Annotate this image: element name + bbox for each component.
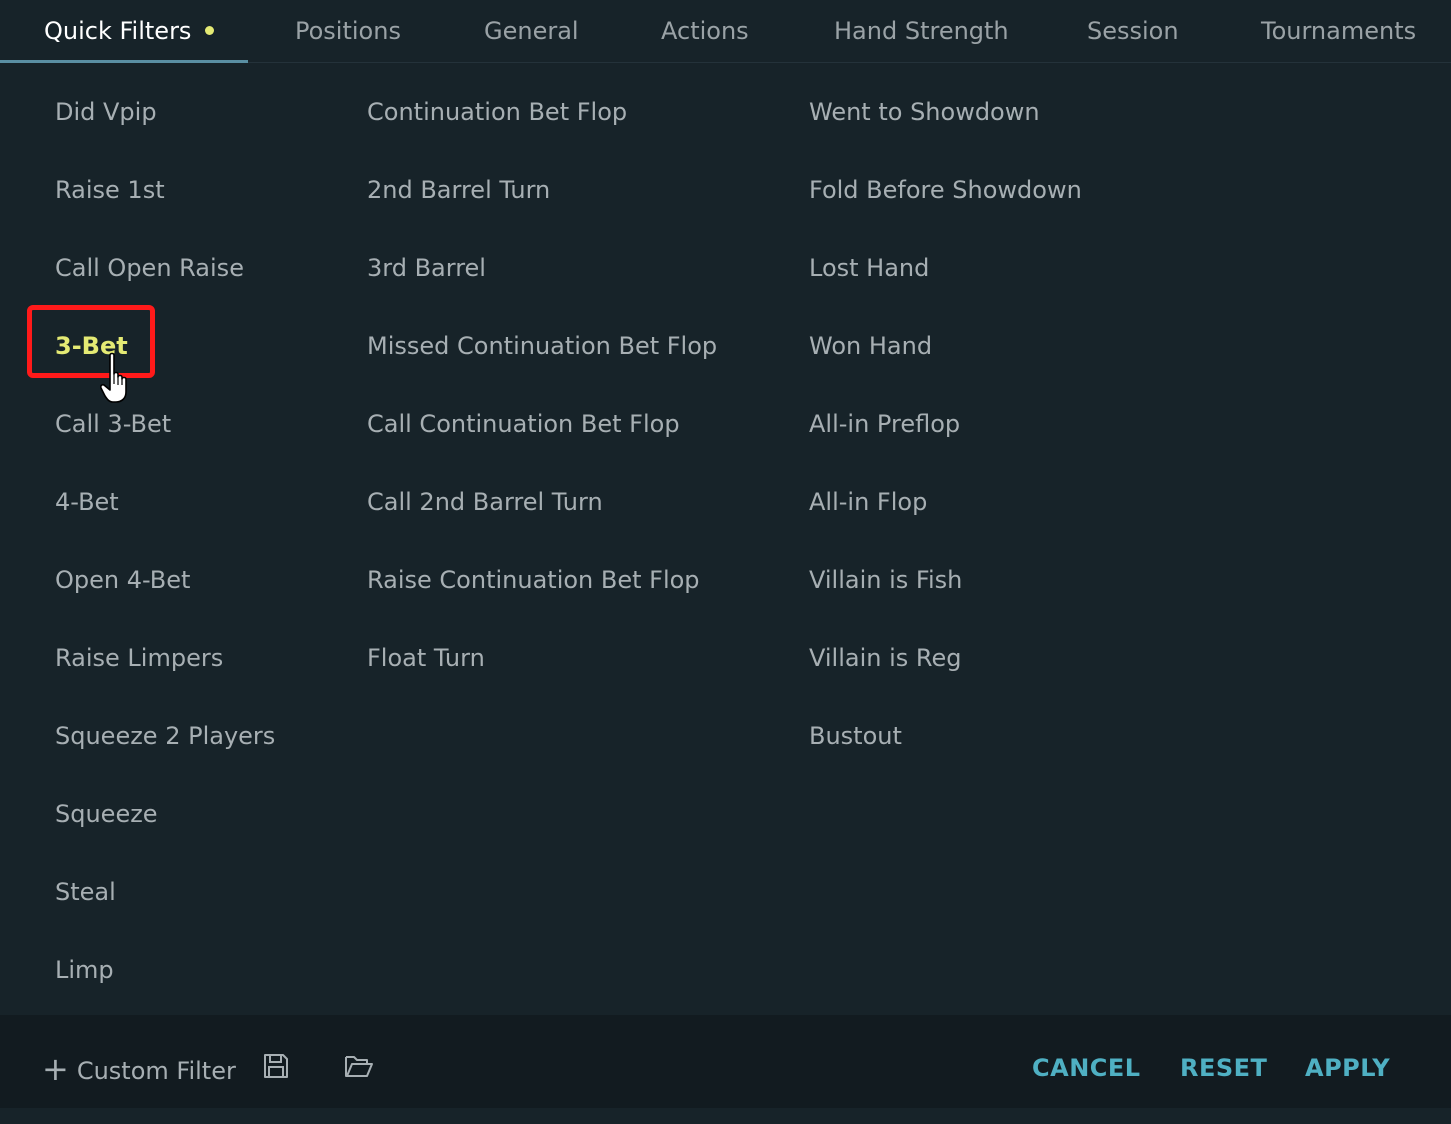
- filter-item[interactable]: Went to Showdown: [809, 73, 1082, 151]
- tab-tournaments[interactable]: Tournaments: [1261, 0, 1416, 63]
- filter-tabs: Quick Filters Positions General Actions …: [0, 0, 1451, 63]
- active-tab-underline: [0, 60, 248, 63]
- filter-item[interactable]: Call 3-Bet: [55, 385, 275, 463]
- apply-button[interactable]: APPLY: [1305, 1015, 1390, 1108]
- tab-quick-filters[interactable]: Quick Filters: [44, 0, 215, 63]
- cancel-button[interactable]: CANCEL: [1032, 1015, 1141, 1108]
- filter-item[interactable]: All-in Flop: [809, 463, 1082, 541]
- custom-filter-label: Custom Filter: [76, 1057, 236, 1085]
- filter-item[interactable]: Squeeze: [55, 775, 275, 853]
- filter-item[interactable]: Bustout: [809, 697, 1082, 775]
- filter-item[interactable]: Villain is Reg: [809, 619, 1082, 697]
- filter-item[interactable]: 4-Bet: [55, 463, 275, 541]
- filter-item[interactable]: Open 4-Bet: [55, 541, 275, 619]
- save-icon[interactable]: [262, 1052, 290, 1080]
- dialog-footer: + Custom Filter CANCEL RESET APPLY: [0, 1015, 1451, 1108]
- filter-item[interactable]: Won Hand: [809, 307, 1082, 385]
- filter-item[interactable]: 2nd Barrel Turn: [367, 151, 717, 229]
- plus-icon: +: [42, 1050, 69, 1088]
- filter-item[interactable]: Raise Continuation Bet Flop: [367, 541, 717, 619]
- tab-positions[interactable]: Positions: [295, 0, 401, 63]
- filter-item[interactable]: Lost Hand: [809, 229, 1082, 307]
- tab-actions[interactable]: Actions: [661, 0, 749, 63]
- filter-item[interactable]: 3rd Barrel: [367, 229, 717, 307]
- filter-item[interactable]: Did Vpip: [55, 73, 275, 151]
- filter-column-postflop: Continuation Bet Flop 2nd Barrel Turn 3rd …: [367, 73, 717, 697]
- active-dot-icon: [205, 25, 215, 35]
- open-folder-icon[interactable]: [344, 1052, 374, 1080]
- filter-item[interactable]: 3-Bet: [55, 307, 275, 385]
- filter-item[interactable]: Call 2nd Barrel Turn: [367, 463, 717, 541]
- tab-hand-strength[interactable]: Hand Strength: [834, 0, 1009, 63]
- filter-item[interactable]: Call Continuation Bet Flop: [367, 385, 717, 463]
- reset-button[interactable]: RESET: [1180, 1015, 1267, 1108]
- hand-pointer-cursor-icon: [100, 352, 127, 403]
- filter-item[interactable]: Continuation Bet Flop: [367, 73, 717, 151]
- filter-item[interactable]: Limp: [55, 931, 275, 1009]
- tab-label: Quick Filters: [44, 17, 192, 45]
- tab-general[interactable]: General: [484, 0, 579, 63]
- filter-item[interactable]: Float Turn: [367, 619, 717, 697]
- filter-item[interactable]: Missed Continuation Bet Flop: [367, 307, 717, 385]
- filter-item[interactable]: Fold Before Showdown: [809, 151, 1082, 229]
- filter-item[interactable]: Call Open Raise: [55, 229, 275, 307]
- filter-item[interactable]: Villain is Fish: [809, 541, 1082, 619]
- filter-column-preflop: Did Vpip Raise 1st Call Open Raise 3-Bet Cal…: [55, 73, 275, 1009]
- tab-session[interactable]: Session: [1087, 0, 1179, 63]
- filter-item[interactable]: Raise Limpers: [55, 619, 275, 697]
- filter-item[interactable]: All-in Preflop: [809, 385, 1082, 463]
- filter-item[interactable]: Squeeze 2 Players: [55, 697, 275, 775]
- custom-filter-button[interactable]: + Custom Filter: [42, 1015, 236, 1108]
- filter-item[interactable]: Steal: [55, 853, 275, 931]
- filter-item[interactable]: Raise 1st: [55, 151, 275, 229]
- filter-column-outcome: Went to Showdown Fold Before Showdown Lost…: [809, 73, 1082, 775]
